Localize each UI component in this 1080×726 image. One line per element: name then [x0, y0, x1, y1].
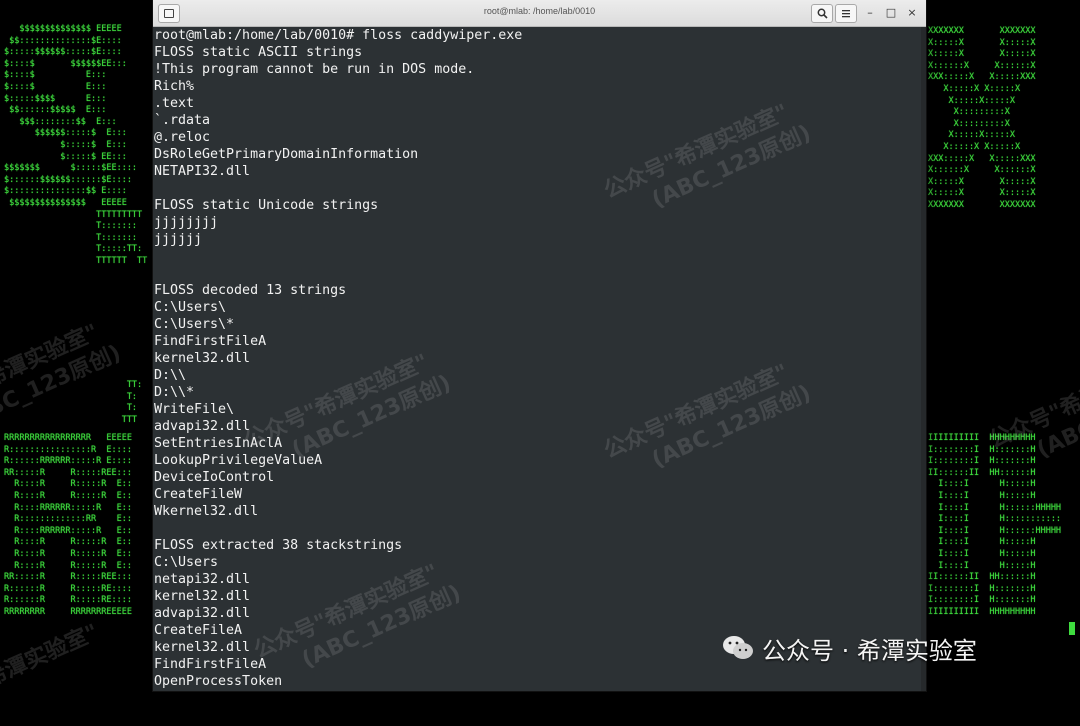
background-ascii-art-right-bottom: IIIIIIIIII HHHHHHHHH I::::::::I H:::::::… — [928, 433, 1062, 617]
terminal-line: FLOSS decoded 13 strings — [154, 283, 347, 298]
terminal-line: FLOSS extracted 38 stackstrings — [154, 538, 403, 553]
search-button[interactable] — [811, 4, 833, 23]
minimize-button[interactable]: – — [862, 4, 878, 21]
menu-button[interactable] — [835, 4, 857, 23]
terminal-line: Wkernel32.dll — [154, 504, 259, 519]
hamburger-menu-icon — [842, 10, 850, 18]
terminal-line: !This program cannot be run in DOS mode. — [154, 62, 475, 77]
terminal-line: @.reloc — [154, 130, 211, 145]
terminal-line: OpenProcessToken — [154, 674, 283, 689]
search-icon — [817, 8, 828, 19]
terminal-line: WriteFile\ — [154, 402, 235, 417]
wechat-icon — [723, 636, 753, 659]
terminal-line: netapi32.dll — [154, 572, 251, 587]
terminal-line: SetEntriesInAclA — [154, 436, 283, 451]
terminal-window[interactable]: root@mlab: /home/lab/0010 – □ × root@mla… — [153, 0, 926, 691]
terminal-line: C:\Users\* — [154, 317, 235, 332]
background-terminal-cursor — [1069, 622, 1075, 635]
terminal-line: DsRoleGetPrimaryDomainInformation — [154, 147, 419, 162]
maximize-button[interactable]: □ — [883, 4, 899, 21]
background-ascii-art-right-top: XXXXXXX XXXXXXX X:::::X X:::::X X:::::X … — [928, 26, 1036, 210]
terminal-line: `.rdata — [154, 113, 211, 128]
background-ascii-art-left-bottom: RRRRRRRRRRRRRRRRR EEEEE R:::::::::::::::… — [4, 433, 132, 617]
terminal-line: jjjjjjjj — [154, 215, 219, 230]
terminal-line: kernel32.dll — [154, 351, 251, 366]
terminal-line: advapi32.dll — [154, 606, 251, 621]
terminal-line: .text — [154, 96, 195, 111]
terminal-line: CreateFileW — [154, 487, 243, 502]
terminal-line: advapi32.dll — [154, 419, 251, 434]
terminal-line: FLOSS static ASCII strings — [154, 45, 363, 60]
terminal-line: D:\\ — [154, 368, 187, 383]
terminal-line: jjjjjj — [154, 232, 203, 247]
brand-overlay: 公众号 · 希潭实验室 — [722, 630, 977, 666]
terminal-line: C:\Users\ — [154, 300, 227, 315]
terminal-output[interactable]: root@mlab:/home/lab/0010# floss caddywip… — [153, 27, 926, 691]
terminal-line: LookupPrivilegeValueA — [154, 453, 323, 468]
background-ascii-art-left-mid: TT: T: T: TTT — [121, 380, 143, 425]
terminal-line: FindFirstFileA — [154, 334, 267, 349]
scrollbar-track[interactable] — [921, 27, 926, 691]
background-ascii-art-left-top: $$$$$$$$$$$$$$ EEEEE $$::::::::::::::$E:… — [4, 24, 148, 266]
terminal-line: NETAPI32.dll — [154, 164, 251, 179]
terminal-line: C:\Users — [154, 555, 219, 570]
terminal-line: Rich% — [154, 79, 195, 94]
title-bar[interactable]: root@mlab: /home/lab/0010 – □ × — [153, 0, 926, 27]
terminal-line: kernel32.dll — [154, 589, 251, 604]
terminal-line: root@mlab:/home/lab/0010# floss caddywip… — [154, 28, 523, 43]
watermark-bottom-left: 公众号"希潭实验室" — [0, 619, 103, 724]
terminal-line: FLOSS static Unicode strings — [154, 198, 379, 213]
terminal-line: D:\\* — [154, 385, 195, 400]
brand-text: 公众号 · 希潭实验室 — [762, 636, 977, 665]
close-button[interactable]: × — [904, 4, 920, 21]
terminal-line: DeviceIoControl — [154, 470, 275, 485]
